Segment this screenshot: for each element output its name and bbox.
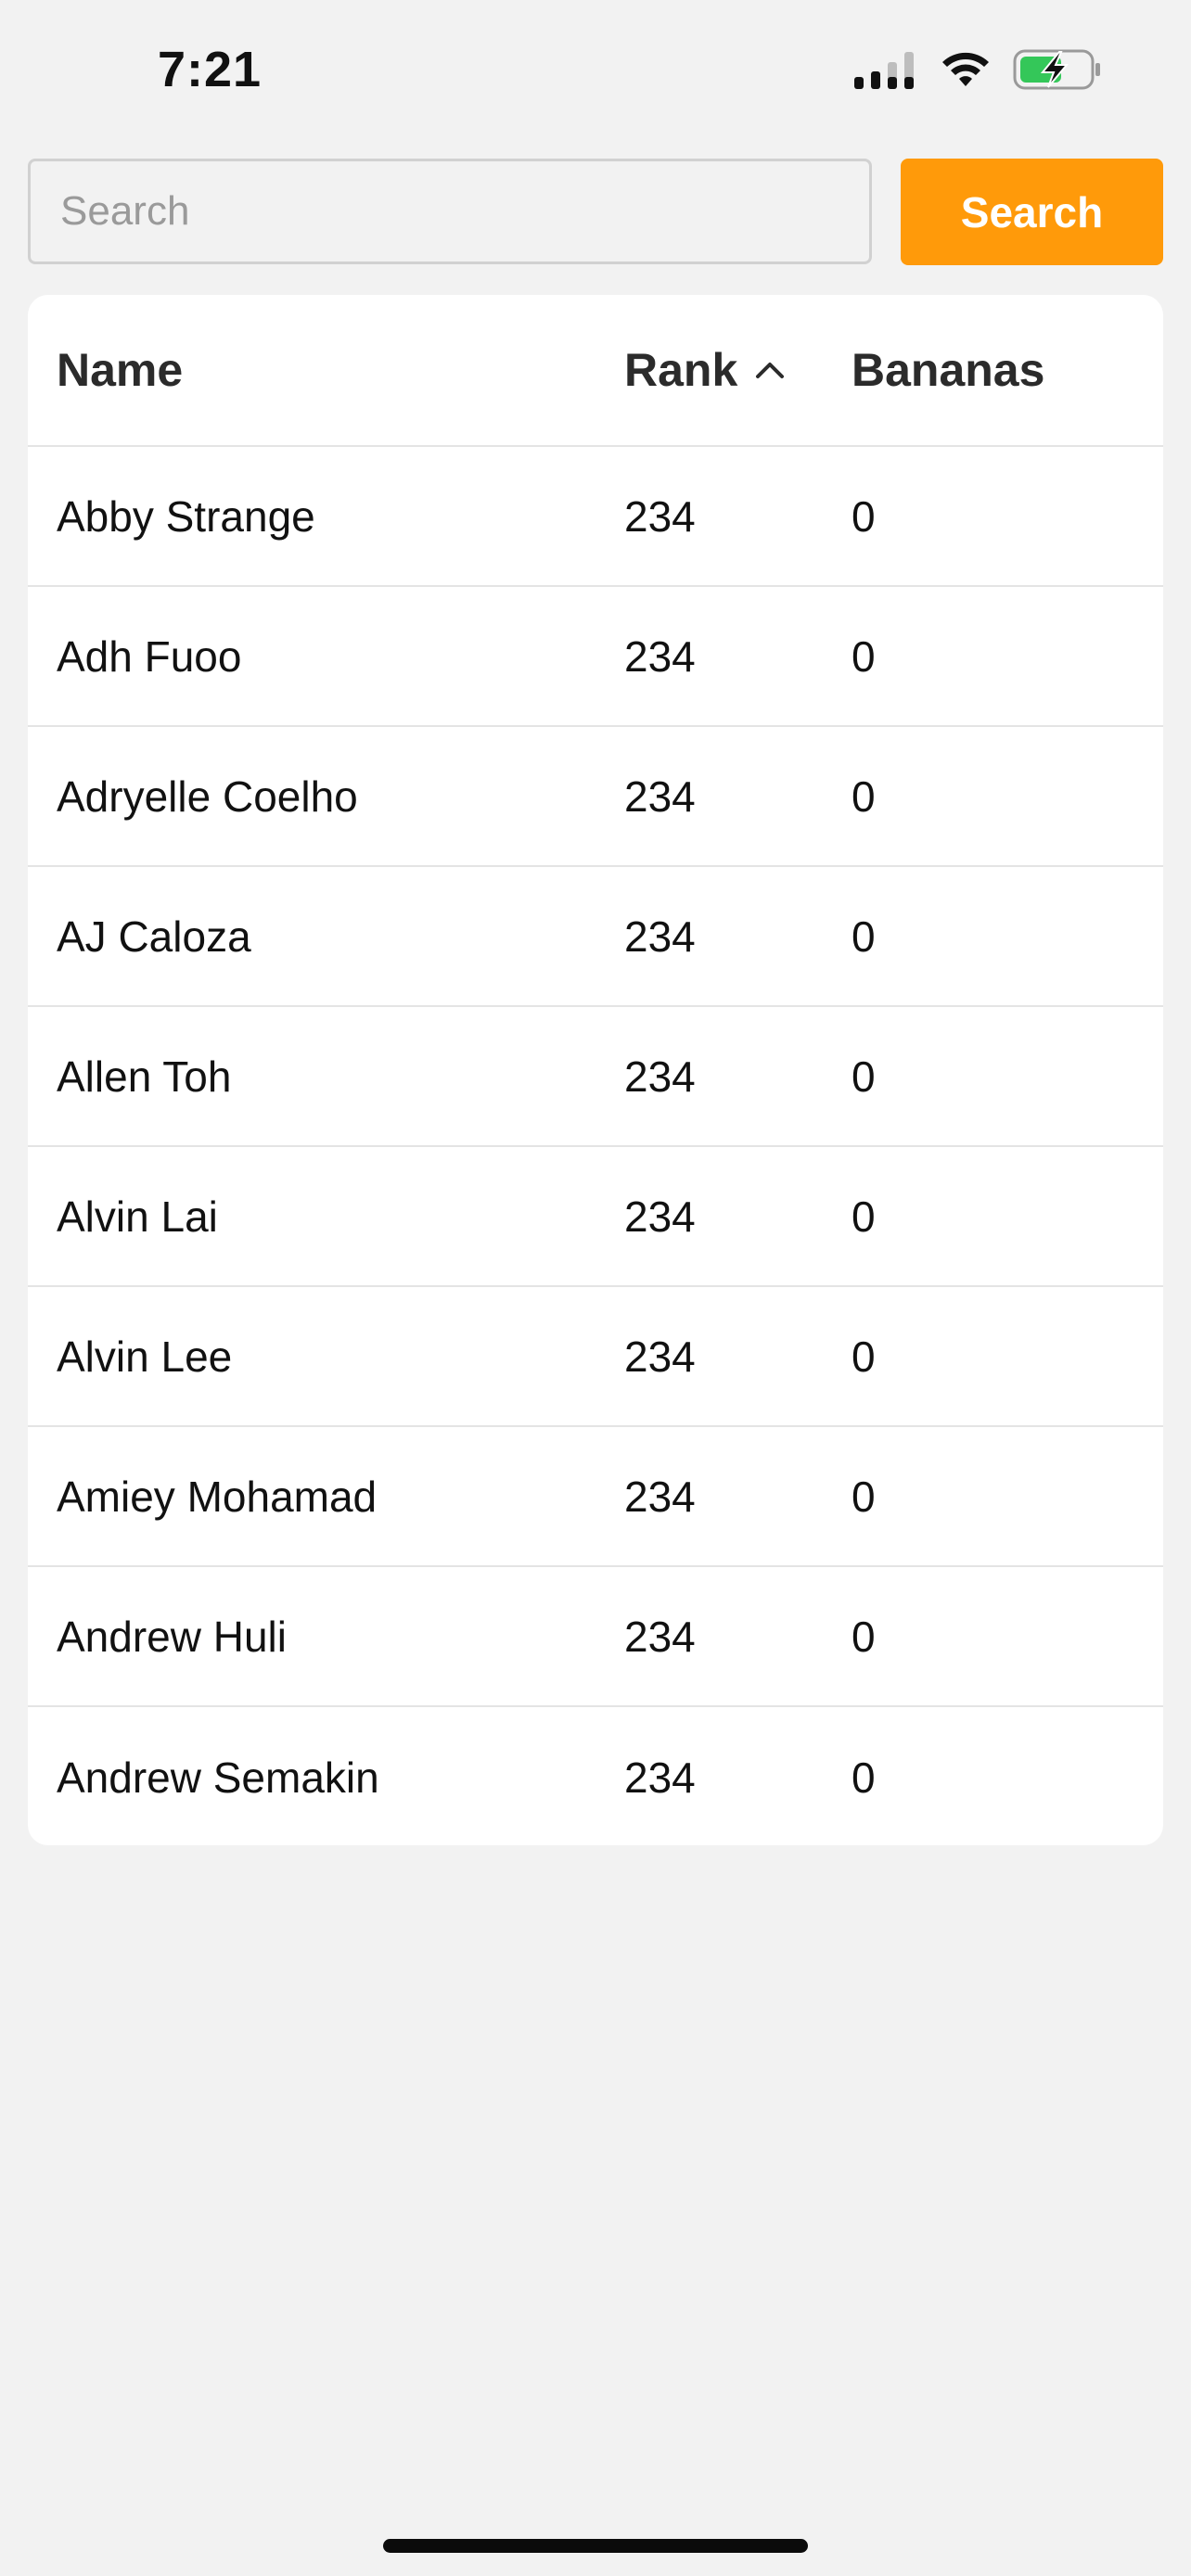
cell-rank: 234 <box>624 1472 696 1521</box>
cell-name: Amiey Mohamad <box>57 1472 378 1521</box>
cell-bananas: 0 <box>852 491 876 541</box>
table-row[interactable]: Amiey Mohamad 234 0 <box>28 1427 1163 1567</box>
cell-bananas: 0 <box>852 1753 876 1802</box>
cell-rank: 234 <box>624 1052 696 1101</box>
table-row[interactable]: Alvin Lee 234 0 <box>28 1287 1163 1427</box>
cell-bananas: 0 <box>852 1332 876 1381</box>
home-indicator[interactable] <box>383 2539 808 2553</box>
table-row[interactable]: AJ Caloza 234 0 <box>28 867 1163 1007</box>
cell-bananas: 0 <box>852 1052 876 1101</box>
cell-rank: 234 <box>624 1753 696 1802</box>
table-header-row: Name Rank Bananas <box>28 295 1163 447</box>
cell-name: Alvin Lai <box>57 1192 218 1241</box>
cell-rank: 234 <box>624 1332 696 1381</box>
table-row[interactable]: Alvin Lai 234 0 <box>28 1147 1163 1287</box>
column-header-bananas[interactable]: Bananas <box>852 295 1044 445</box>
cell-bananas: 0 <box>852 772 876 821</box>
column-header-rank[interactable]: Rank <box>624 295 786 445</box>
cell-bananas: 0 <box>852 1192 876 1241</box>
column-header-rank-label: Rank <box>624 344 738 396</box>
cell-rank: 234 <box>624 912 696 961</box>
cell-bananas: 0 <box>852 1472 876 1521</box>
status-bar: 7:21 <box>0 0 1191 139</box>
table-row[interactable]: Abby Strange 234 0 <box>28 447 1163 587</box>
table-row[interactable]: Andrew Huli 234 0 <box>28 1567 1163 1707</box>
cell-name: Adryelle Coelho <box>57 772 358 821</box>
cell-name: Alvin Lee <box>57 1332 233 1381</box>
cell-name: Abby Strange <box>57 491 315 541</box>
cell-bananas: 0 <box>852 1612 876 1661</box>
search-input[interactable] <box>28 159 872 264</box>
cell-rank: 234 <box>624 631 696 681</box>
search-button[interactable]: Search <box>901 159 1163 265</box>
cell-rank: 234 <box>624 772 696 821</box>
column-header-bananas-label: Bananas <box>852 344 1045 396</box>
column-header-name[interactable]: Name <box>57 295 183 445</box>
leaderboard-table: Name Rank Bananas Abby Strange 234 0 Adh… <box>28 295 1163 1845</box>
cell-name: Adh Fuoo <box>57 631 242 681</box>
chevron-up-icon <box>754 360 786 380</box>
cell-rank: 234 <box>624 491 696 541</box>
cell-name: Andrew Semakin <box>57 1753 379 1802</box>
table-row[interactable]: Adh Fuoo 234 0 <box>28 587 1163 727</box>
cell-rank: 234 <box>624 1192 696 1241</box>
cell-bananas: 0 <box>852 912 876 961</box>
table-row[interactable]: Allen Toh 234 0 <box>28 1007 1163 1147</box>
cell-name: Andrew Huli <box>57 1612 287 1661</box>
cell-bananas: 0 <box>852 631 876 681</box>
wifi-icon <box>942 52 989 86</box>
status-icons <box>853 48 1102 91</box>
table-row[interactable]: Adryelle Coelho 234 0 <box>28 727 1163 867</box>
cellular-signal-icon <box>854 52 914 89</box>
table-row[interactable]: Andrew Semakin 234 0 <box>28 1707 1163 1845</box>
cell-rank: 234 <box>624 1612 696 1661</box>
column-header-name-label: Name <box>57 344 184 396</box>
battery-charging-icon <box>1013 49 1100 90</box>
cell-name: AJ Caloza <box>57 912 251 961</box>
status-time: 7:21 <box>158 42 263 97</box>
cell-name: Allen Toh <box>57 1052 232 1101</box>
